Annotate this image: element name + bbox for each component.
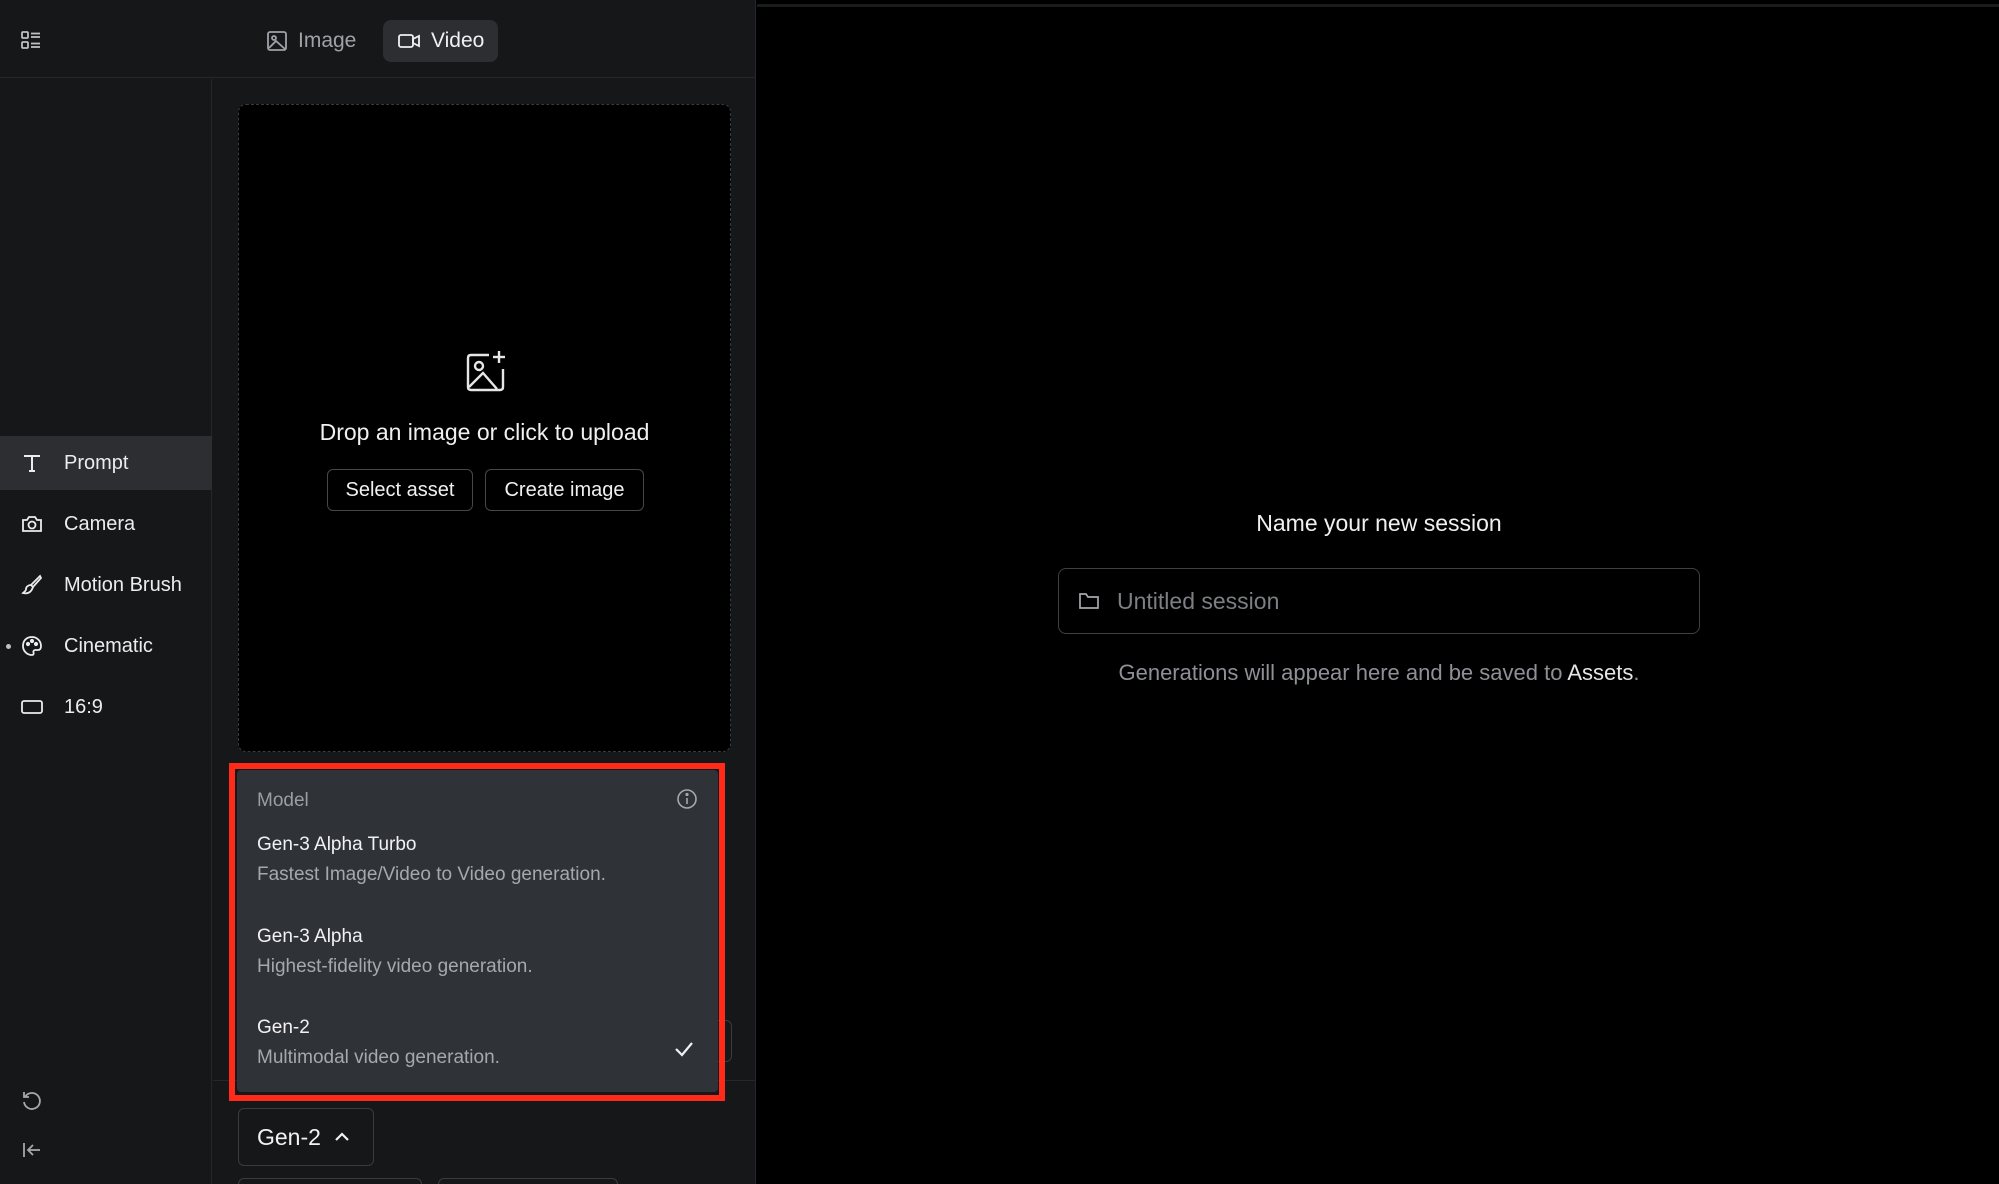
sidebar-item-label: Cinematic — [64, 634, 153, 657]
top-divider — [757, 4, 1999, 7]
brush-icon — [20, 573, 44, 597]
indicator-dot — [6, 644, 11, 649]
model-option-gen3-alpha[interactable]: Gen-3 Alpha Highest-fidelity video gener… — [237, 920, 718, 1000]
tab-image-label: Image — [298, 29, 357, 52]
sidebar-item-label: Prompt — [64, 451, 129, 474]
session-title: Name your new session — [1256, 510, 1502, 536]
model-option-name: Gen-3 Alpha Turbo — [257, 834, 417, 855]
tab-image[interactable]: Image — [252, 20, 370, 62]
upload-instructions: Drop an image or click to upload — [319, 419, 650, 445]
palette-icon — [20, 634, 44, 658]
sidebar-item-motion-brush[interactable]: Motion Brush — [0, 558, 212, 612]
sidebar: Prompt Camera Motion Brush Cinematic 16:… — [0, 79, 212, 1184]
sidebar-item-camera[interactable]: Camera — [0, 497, 212, 551]
sidebar-item-aspect-ratio[interactable]: 16:9 — [0, 680, 212, 734]
folder-icon — [1079, 593, 1099, 609]
model-option-description: Multimodal video generation. — [257, 1047, 500, 1068]
collapse-left-icon — [23, 1143, 40, 1157]
tab-video[interactable]: Video — [383, 20, 499, 62]
model-option-name: Gen-3 Alpha — [257, 926, 363, 947]
chevron-up-icon — [335, 1132, 349, 1141]
select-asset-button[interactable]: Select asset — [327, 469, 473, 511]
sidebar-item-cinematic[interactable]: Cinematic — [0, 619, 212, 673]
sidebar-item-prompt[interactable]: Prompt — [0, 436, 212, 490]
tab-video-label: Video — [431, 29, 485, 52]
menu-grid-icon — [21, 31, 40, 49]
add-image-icon — [466, 351, 505, 392]
session-hint-text: Generations will appear here and be save… — [1118, 660, 1568, 685]
session-name-field[interactable] — [1058, 568, 1700, 634]
model-option-description: Fastest Image/Video to Video generation. — [257, 864, 606, 885]
bottom-control-stub[interactable] — [238, 1178, 422, 1184]
image-icon — [267, 31, 287, 51]
collapse-sidebar-button[interactable] — [18, 1136, 46, 1164]
reset-icon — [23, 1092, 41, 1110]
sidebar-item-label: Camera — [64, 512, 136, 535]
app: Image Video Prompt Camera Motion Brush C… — [0, 0, 1999, 1184]
aspect-ratio-icon — [20, 695, 44, 719]
model-select-value: Gen-2 — [257, 1123, 321, 1150]
camera-icon — [20, 512, 44, 536]
session-name-input[interactable] — [1115, 586, 1699, 616]
text-icon — [20, 451, 44, 475]
model-select-button[interactable]: Gen-2 — [238, 1108, 374, 1166]
menu-button[interactable] — [14, 24, 48, 58]
bottom-control-stub[interactable] — [438, 1178, 618, 1184]
check-icon — [675, 1042, 693, 1057]
video-camera-icon — [398, 34, 420, 48]
top-bar: Image Video — [0, 0, 756, 78]
assets-link[interactable]: Assets — [1567, 660, 1633, 685]
model-option-description: Highest-fidelity video generation. — [257, 956, 533, 977]
left-panel: Image Video Prompt Camera Motion Brush C… — [0, 0, 756, 1184]
info-icon[interactable] — [676, 788, 698, 810]
session-hint: Generations will appear here and be save… — [1058, 660, 1700, 686]
model-option-gen3-alpha-turbo[interactable]: Gen-3 Alpha Turbo Fastest Image/Video to… — [237, 828, 718, 908]
reset-button[interactable] — [18, 1087, 46, 1115]
model-menu-header: Model — [257, 790, 309, 811]
model-dropdown-menu: Model Gen-3 Alpha Turbo Fastest Image/Vi… — [237, 770, 718, 1092]
sidebar-item-label: 16:9 — [64, 695, 103, 718]
model-option-name: Gen-2 — [257, 1017, 310, 1038]
underlying-control-edge — [718, 1020, 732, 1062]
sidebar-item-label: Motion Brush — [64, 573, 182, 596]
session-hint-suffix: . — [1633, 660, 1640, 685]
image-upload-dropzone[interactable]: Drop an image or click to upload Select … — [238, 104, 731, 752]
create-image-button[interactable]: Create image — [485, 469, 644, 511]
model-option-gen2[interactable]: Gen-2 Multimodal video generation. — [237, 1011, 718, 1091]
